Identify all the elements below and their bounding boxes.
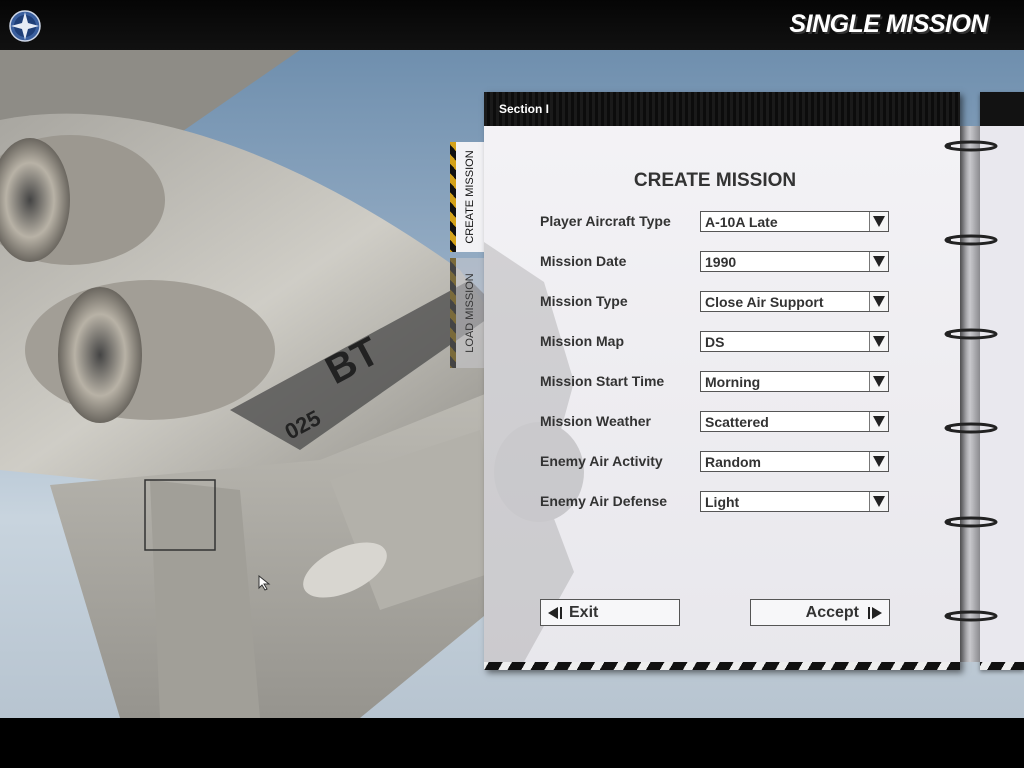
accept-button-label: Accept: [805, 604, 859, 621]
mission-date-select[interactable]: 1990: [700, 251, 889, 272]
mission-map-value: DS: [705, 334, 725, 350]
back-page-footer: [980, 662, 1024, 670]
mission-map-label: Mission Map: [540, 333, 625, 349]
dropdown-arrow-icon[interactable]: [869, 252, 888, 271]
form-title: CREATE MISSION: [633, 170, 797, 191]
dropdown-arrow-icon[interactable]: [869, 292, 888, 311]
tab-create-mission[interactable]: CREATE MISSION: [450, 142, 484, 252]
exit-button-label: Exit: [569, 604, 599, 621]
exit-button[interactable]: Exit: [540, 599, 680, 626]
mission-weather-select[interactable]: Scattered: [700, 411, 889, 432]
mission-start-time-label: Mission Start Time: [540, 373, 665, 389]
mission-weather-label: Mission Weather: [540, 413, 651, 429]
binder-ring-icon: [944, 234, 998, 246]
enemy-air-activity-label: Enemy Air Activity: [540, 453, 663, 469]
notebook-spine: [960, 126, 980, 662]
notebook-header: Section I: [484, 92, 960, 126]
arrow-right-icon: [868, 607, 882, 619]
enemy-air-defense-select[interactable]: Light: [700, 491, 889, 512]
dropdown-arrow-icon[interactable]: [869, 492, 888, 511]
player-aircraft-type-label: Player Aircraft Type: [540, 213, 671, 229]
binder-ring-icon: [944, 328, 998, 340]
enemy-air-activity-select[interactable]: Random: [700, 451, 889, 472]
accept-button[interactable]: Accept: [750, 599, 890, 626]
mission-map-select[interactable]: DS: [700, 331, 889, 352]
dropdown-arrow-icon[interactable]: [869, 372, 888, 391]
game-logo-icon: [9, 10, 41, 42]
mission-start-time-value: Morning: [705, 374, 761, 390]
mission-weather-value: Scattered: [705, 414, 769, 430]
screen-title: SINGLE MISSION: [789, 10, 988, 38]
binder-ring-icon: [944, 516, 998, 528]
dropdown-arrow-icon[interactable]: [869, 412, 888, 431]
dropdown-arrow-icon[interactable]: [869, 212, 888, 231]
top-bar: SINGLE MISSION: [0, 0, 1024, 50]
player-aircraft-type-select[interactable]: A-10A Late: [700, 211, 889, 232]
notebook-footer: [484, 662, 960, 670]
tab-load-mission[interactable]: LOAD MISSION: [450, 258, 484, 368]
back-page-header: [980, 92, 1024, 126]
mission-start-time-select[interactable]: Morning: [700, 371, 889, 392]
notebook-back-page: [980, 92, 1024, 670]
binder-ring-icon: [944, 610, 998, 622]
dropdown-arrow-icon[interactable]: [869, 452, 888, 471]
dropdown-arrow-icon[interactable]: [869, 332, 888, 351]
mission-type-value: Close Air Support: [705, 294, 824, 310]
mission-date-label: Mission Date: [540, 253, 627, 269]
bottom-bar: [0, 718, 1024, 768]
enemy-air-defense-label: Enemy Air Defense: [540, 493, 668, 509]
arrow-left-icon: [548, 607, 562, 619]
player-aircraft-type-value: A-10A Late: [705, 214, 778, 230]
enemy-air-activity-value: Random: [705, 454, 761, 470]
tab-create-mission-label: CREATE MISSION: [464, 150, 476, 244]
binder-ring-icon: [944, 422, 998, 434]
mission-type-label: Mission Type: [540, 293, 628, 309]
mission-date-value: 1990: [705, 254, 737, 270]
binder-ring-icon: [944, 140, 998, 152]
section-label: Section I: [499, 102, 550, 116]
mouse-cursor-icon: [258, 575, 271, 591]
enemy-air-defense-value: Light: [705, 494, 740, 510]
tab-load-mission-label: LOAD MISSION: [464, 273, 476, 353]
mission-type-select[interactable]: Close Air Support: [700, 291, 889, 312]
